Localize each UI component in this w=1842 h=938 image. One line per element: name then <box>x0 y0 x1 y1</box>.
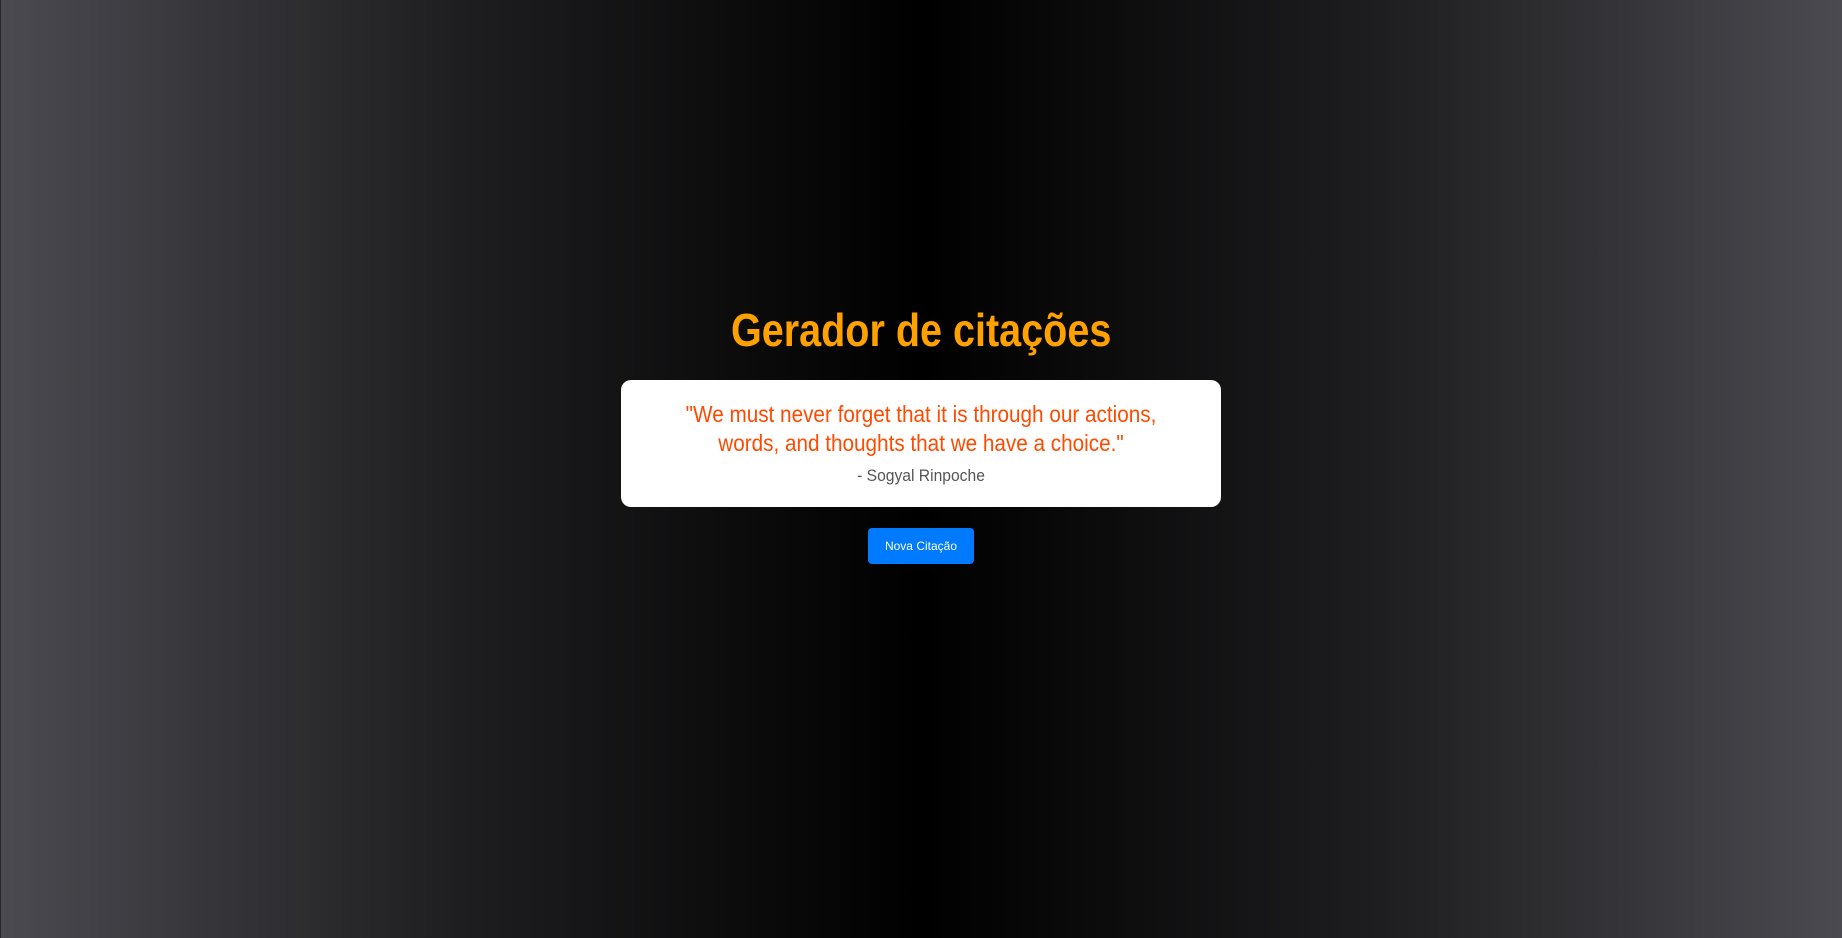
quote-card: "We must never forget that it is through… <box>621 380 1221 507</box>
quote-text: "We must never forget that it is through… <box>685 401 1157 456</box>
page-title: Gerador de citações <box>730 304 1112 356</box>
new-quote-button[interactable]: Nova Citação <box>868 528 974 564</box>
quote-generator-app: Gerador de citações "We must never forge… <box>0 0 1842 938</box>
quote-author: - Sogyal Rinpoche <box>857 466 985 485</box>
